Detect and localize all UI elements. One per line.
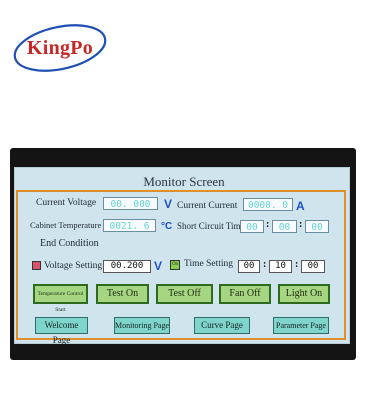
voltage-setting-unit: V xyxy=(154,259,163,273)
temperature-unit: °C xyxy=(161,221,173,232)
curve-page-button[interactable]: Curve Page xyxy=(194,317,250,334)
logo-text: KingPo xyxy=(26,36,94,59)
time-setting-label: Time Setting xyxy=(184,259,234,269)
time-setting-seconds[interactable]: 00 xyxy=(301,260,325,273)
time-separator: : xyxy=(299,219,303,230)
time-setting-hours[interactable]: 00 xyxy=(238,260,260,273)
monitoring-page-button[interactable]: Monitoring Page xyxy=(114,317,170,334)
short-circuit-time-label: Short Circuit Time xyxy=(177,221,245,231)
short-circuit-minutes: 00 xyxy=(272,220,297,233)
cabinet-temperature-label: Cabinet Temperature xyxy=(30,220,102,230)
fan-off-button[interactable]: Fan Off xyxy=(219,284,271,304)
voltage-unit: V xyxy=(164,197,173,211)
kingpo-logo: KingPo xyxy=(10,22,110,74)
voltage-setting-indicator[interactable] xyxy=(32,261,41,270)
time-separator: : xyxy=(295,259,299,270)
current-voltage-display: 00. 000 xyxy=(103,197,158,210)
parameter-page-button[interactable]: Parameter Page xyxy=(273,317,329,334)
test-off-button[interactable]: Test Off xyxy=(156,284,213,304)
temperature-control-start-button[interactable]: Temperature Control Start xyxy=(33,284,88,313)
current-current-label: Current Current xyxy=(177,201,238,211)
end-condition-label: End Condition xyxy=(40,238,99,249)
time-separator: : xyxy=(266,219,270,230)
short-circuit-hours: 00 xyxy=(240,220,264,233)
cabinet-temperature-display: 0021. 6 xyxy=(103,219,156,232)
time-separator: : xyxy=(263,259,267,270)
time-setting-toggle[interactable]: On xyxy=(170,260,180,270)
short-circuit-seconds: 00 xyxy=(305,220,329,233)
welcome-page-button[interactable]: Welcome Page xyxy=(35,317,88,345)
current-current-display: 0000. 0 xyxy=(243,198,293,211)
voltage-setting-input[interactable]: 00.200 xyxy=(103,260,151,273)
current-unit: A xyxy=(296,199,305,213)
time-setting-minutes[interactable]: 10 xyxy=(269,260,292,273)
test-on-button[interactable]: Test On xyxy=(96,284,149,304)
light-on-button[interactable]: Light On xyxy=(278,284,330,304)
current-voltage-label: Current Voltage xyxy=(36,198,97,208)
voltage-setting-label: Voltage Setting xyxy=(44,261,103,271)
screen-title: Monitor Screen xyxy=(143,174,225,189)
